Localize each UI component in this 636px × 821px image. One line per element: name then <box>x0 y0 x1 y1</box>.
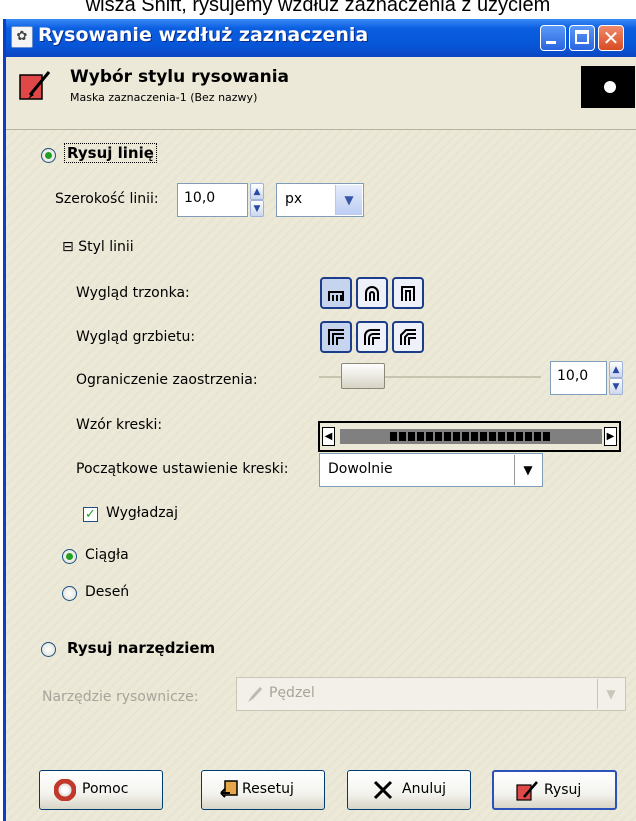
spin-up-icon[interactable]: ▲ <box>609 361 623 378</box>
join-miter-button[interactable] <box>320 321 352 353</box>
cap-square-button[interactable] <box>392 277 424 309</box>
antialias-checkbox[interactable]: ✓ <box>83 507 98 522</box>
reset-button-label: Resetuj <box>242 781 294 797</box>
help-button[interactable]: Pomoc <box>39 770 163 810</box>
stroke-tool-label: Rysuj narzędziem <box>67 639 216 657</box>
dash-left-arrow-icon[interactable]: ◀ <box>322 427 335 446</box>
line-width-input[interactable]: 10,0 <box>177 183 248 217</box>
chevron-down-icon: ▼ <box>514 455 541 485</box>
close-button[interactable]: ✕ <box>598 25 624 51</box>
line-width-label: Szerokość linii: <box>55 191 159 207</box>
maximize-button[interactable] <box>569 25 595 51</box>
stroke-line-radio[interactable] <box>41 148 56 163</box>
pattern-label: Deseń <box>85 584 130 600</box>
lifebuoy-icon <box>54 779 76 801</box>
header-title: Wybór stylu rysowania <box>70 67 289 87</box>
line-style-label: Styl linii <box>78 239 134 255</box>
cap-butt-icon <box>328 291 344 301</box>
stroke-line-label: Rysuj linię <box>64 143 157 163</box>
miter-limit-label: Ograniczenie zaostrzenia: <box>76 372 258 388</box>
unit-select[interactable]: px ▼ <box>276 183 364 217</box>
paint-tool-label: Narzędzie rysownicze: <box>42 689 199 705</box>
cap-round-button[interactable] <box>356 277 388 309</box>
reset-button[interactable]: Resetuj <box>201 770 325 810</box>
pattern-radio[interactable] <box>62 586 77 601</box>
cap-square-icon <box>401 286 415 301</box>
expander-minus-icon: ⊟ <box>62 239 74 255</box>
maximize-icon <box>575 30 589 44</box>
minimize-button[interactable] <box>540 25 566 51</box>
antialias-label: Wygładzaj <box>106 505 179 521</box>
help-button-label: Pomoc <box>82 781 129 797</box>
spin-down-icon[interactable]: ▼ <box>609 378 623 395</box>
cancel-x-icon <box>373 780 393 800</box>
chevron-down-icon: ▼ <box>597 679 624 709</box>
cap-style-label: Wygląd trzonka: <box>76 285 190 301</box>
brush-preview <box>581 66 635 108</box>
close-icon: ✕ <box>602 26 620 50</box>
miter-limit-spinner[interactable]: ▲ ▼ <box>609 361 623 395</box>
miter-limit-input[interactable]: 10,0 <box>550 361 607 395</box>
dash-pattern-segments[interactable] <box>390 432 550 441</box>
minimize-icon <box>546 41 556 44</box>
join-round-icon <box>364 329 380 345</box>
dash-preset-label: Początkowe ustawienie kreski: <box>76 461 289 477</box>
reset-icon <box>220 780 238 798</box>
line-style-expander[interactable]: ⊟ Styl linii <box>62 239 134 255</box>
spin-up-icon[interactable]: ▲ <box>250 183 264 200</box>
stroke-selection-icon <box>516 781 538 801</box>
miter-limit-slider[interactable] <box>341 363 386 389</box>
stroke-tool-radio[interactable] <box>41 642 56 657</box>
cancel-button[interactable]: Anuluj <box>347 770 471 810</box>
join-bevel-icon <box>400 329 416 345</box>
cap-butt-button[interactable] <box>320 277 352 309</box>
line-width-spinner[interactable]: ▲ ▼ <box>250 183 264 217</box>
paint-tool-select[interactable]: Pędzel ▼ <box>236 677 626 711</box>
paint-tool-value: Pędzel <box>269 685 315 701</box>
stroke-button[interactable]: Rysuj <box>492 770 617 810</box>
unit-value: px <box>285 191 303 207</box>
dialog-header: Wybór stylu rysowania Maska zaznaczenia-… <box>6 57 636 130</box>
stroke-selection-icon <box>19 71 51 100</box>
dash-right-arrow-icon[interactable]: ▶ <box>604 427 617 446</box>
solid-label: Ciągła <box>85 547 129 563</box>
cap-round-icon <box>365 286 379 301</box>
stroke-line-label-wrap: Rysuj linię <box>64 143 157 163</box>
dash-preset-value: Dowolnie <box>328 461 393 477</box>
window-title: Rysowanie wzdłuż zaznaczenia <box>38 24 369 46</box>
stroke-selection-dialog: ✿ Rysowanie wzdłuż zaznaczenia ✕ Wybór s… <box>3 19 636 821</box>
dash-pattern-label: Wzór kreski: <box>76 417 163 433</box>
brush-dot-icon <box>604 81 616 93</box>
dash-pattern-editor[interactable]: ◀ ▶ <box>318 421 621 452</box>
cancel-button-label: Anuluj <box>402 781 446 797</box>
header-divider <box>6 129 636 130</box>
chevron-down-icon: ▼ <box>335 185 362 215</box>
background-caption: wisza Shift, rysujemy wzdłuż zaznaczenia… <box>85 0 551 16</box>
spin-down-icon[interactable]: ▼ <box>250 200 264 217</box>
solid-radio[interactable] <box>62 549 77 564</box>
titlebar[interactable]: ✿ Rysowanie wzdłuż zaznaczenia ✕ <box>6 19 636 57</box>
dash-preset-select[interactable]: Dowolnie ▼ <box>319 453 543 487</box>
header-subtitle: Maska zaznaczenia-1 (Bez nazwy) <box>70 91 258 104</box>
join-style-label: Wygląd grzbietu: <box>76 329 196 345</box>
gimp-app-icon[interactable]: ✿ <box>11 26 33 48</box>
join-bevel-button[interactable] <box>392 321 424 353</box>
paintbrush-icon <box>248 686 263 702</box>
join-round-button[interactable] <box>356 321 388 353</box>
join-miter-icon <box>328 329 344 345</box>
stroke-button-label: Rysuj <box>544 782 582 798</box>
